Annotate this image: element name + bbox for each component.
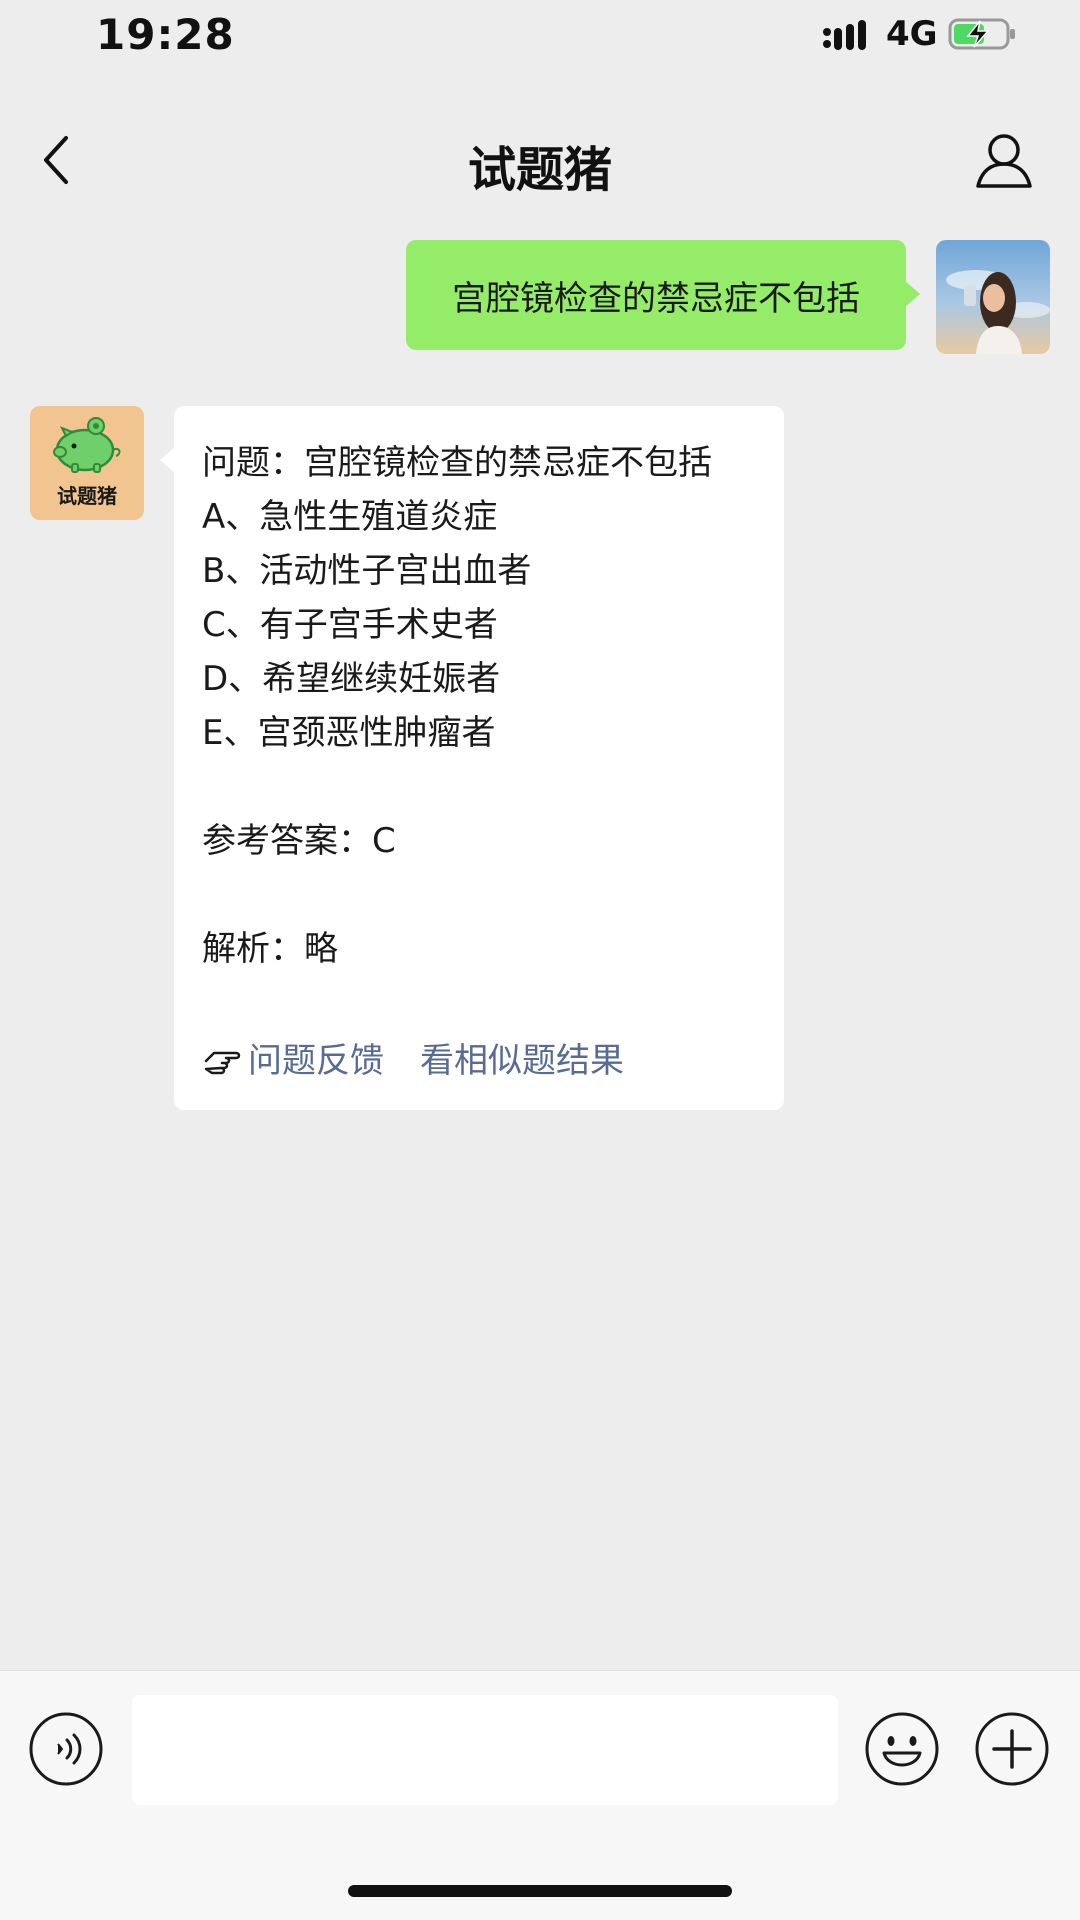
similar-results-link[interactable]: 看相似题结果 (420, 1033, 624, 1082)
battery-charging-icon (948, 18, 1015, 50)
nav-bar: 试题猪 (0, 110, 1080, 210)
emoji-icon[interactable] (864, 1711, 940, 1787)
bot-avatar[interactable]: 试题猪 (30, 406, 144, 520)
status-time: 19:28 (96, 10, 235, 59)
signal-icon (823, 20, 866, 50)
message-input[interactable] (132, 1695, 838, 1805)
status-bar: 19:28 4G (0, 0, 1080, 70)
network-label: 4G (886, 14, 938, 54)
option-b: B、活动性子宫出血者 (202, 551, 532, 591)
incoming-message-bubble[interactable]: 问题：宫腔镜检查的禁忌症不包括 A、急性生殖道炎症 B、活动性子宫出血者 C、有… (160, 406, 784, 1110)
profile-icon[interactable] (972, 128, 1036, 192)
user-avatar[interactable] (936, 240, 1050, 354)
input-bar (0, 1670, 1080, 1920)
voice-icon[interactable] (28, 1711, 104, 1787)
user-photo (936, 240, 1050, 354)
answer-text: 参考答案：C (202, 821, 396, 861)
pointing-hand-icon (204, 1051, 241, 1075)
bot-avatar-label: 试题猪 (57, 484, 117, 508)
option-c: C、有子宫手术史者 (202, 605, 498, 645)
option-e: E、宫颈恶性肿瘤者 (202, 713, 496, 753)
home-indicator (348, 1885, 732, 1897)
outgoing-message-bubble[interactable]: 宫腔镜检查的禁忌症不包括 (406, 240, 920, 350)
feedback-link[interactable]: 问题反馈 (248, 1033, 384, 1082)
option-a: A、急性生殖道炎症 (202, 497, 498, 537)
outgoing-message-text: 宫腔镜检查的禁忌症不包括 (452, 278, 860, 319)
question-text: 问题：宫腔镜检查的禁忌症不包括 (202, 443, 712, 483)
plus-icon[interactable] (974, 1711, 1050, 1787)
analysis-text: 解析：略 (202, 929, 338, 969)
link-row: 问题反馈 看相似题结果 (202, 1030, 756, 1084)
option-d: D、希望继续妊娠者 (202, 659, 501, 699)
page-title: 试题猪 (467, 142, 612, 198)
